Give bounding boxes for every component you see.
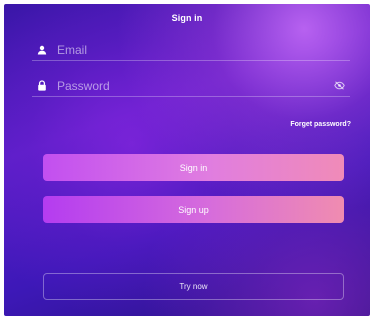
password-input[interactable] [50,75,332,96]
try-now-button[interactable]: Try now [43,273,344,300]
sign-up-button[interactable]: Sign up [43,196,344,223]
user-icon [34,42,50,58]
page-title: Sign in [171,13,203,23]
email-field-row [32,39,350,61]
eye-off-icon[interactable] [332,79,346,93]
email-input[interactable] [50,39,350,60]
sign-in-button[interactable]: Sign in [43,154,344,181]
forgot-password-link[interactable]: Forget password? [290,121,351,128]
sign-in-screen: Sign in Forget password? Sign in [4,4,370,316]
password-field-row [32,75,350,97]
lock-icon [34,78,50,94]
